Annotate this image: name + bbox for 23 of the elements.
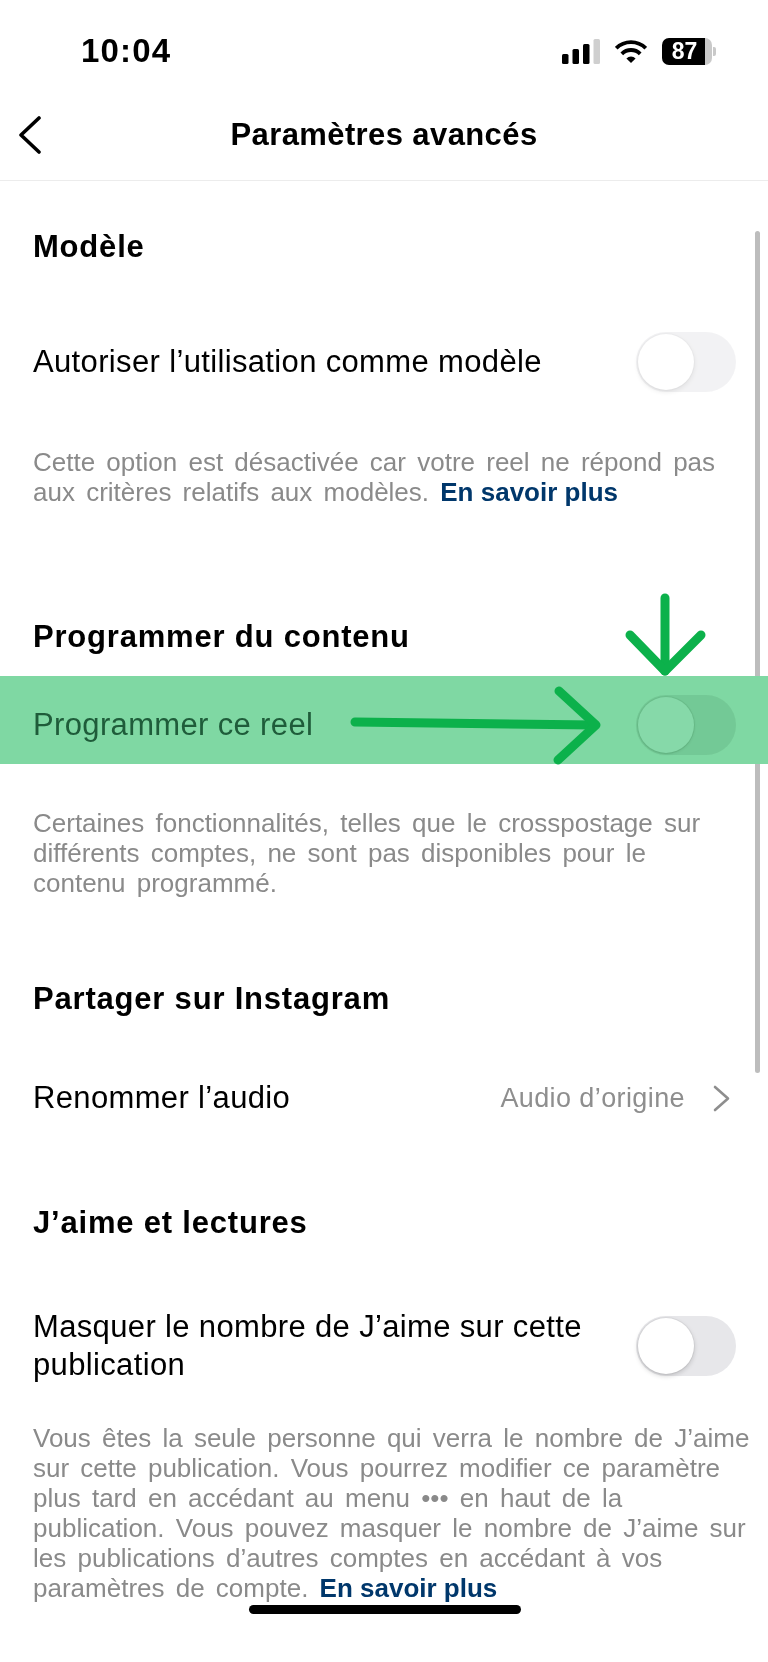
- section-heading: Programmer du contenu: [33, 618, 410, 656]
- section-heading: Modèle: [33, 228, 145, 266]
- section-heading: J’aime et lectures: [33, 1204, 308, 1242]
- setting-label: Masquer le nombre de J’aime sur cette publication: [33, 1308, 583, 1384]
- toggle-switch[interactable]: [636, 1316, 736, 1376]
- setting-label: Programmer ce reel: [33, 706, 315, 744]
- learn-more-link[interactable]: En savoir plus: [319, 1573, 498, 1603]
- battery-indicator: 87: [662, 37, 716, 65]
- setting-description: Vous êtes la seule personne qui verra le nombre de J’aime sur cette publication. Vous pourrez modifier ce paramètre plus tard en accédant au menu ••• en haut de la publication. Vous pouvez masquer le nombre de J’aime sur les publications d’autres comptes en accédant à vos paramètres de compte. En savoir plus: [33, 1423, 751, 1603]
- chevron-right-icon[interactable]: [713, 1084, 730, 1112]
- setting-description: Certaines fonctionnalités, telles que le crosspostage sur différents comptes, ne sont pas disponibles pour le contenu programmé.: [33, 808, 702, 898]
- setting-label: Autoriser l’utilisation comme modèle: [33, 343, 543, 381]
- setting-label: Renommer l’audio: [33, 1079, 292, 1117]
- wifi-icon: [615, 38, 647, 64]
- arrow-icon: [350, 686, 601, 765]
- screen-title: Paramètres avancés: [230, 116, 538, 154]
- signal-icon: [562, 38, 600, 64]
- setting-value: Audio d’origine: [500, 1082, 685, 1115]
- learn-more-link[interactable]: En savoir plus: [440, 477, 618, 507]
- setting-description: Cette option est désactivée car votre reel ne répond pas aux critères relatifs aux modèles. En savoir plus: [33, 447, 717, 507]
- section-heading: Partager sur Instagram: [33, 980, 390, 1018]
- back-icon[interactable]: [18, 116, 42, 154]
- status-time: 10:04: [81, 32, 172, 70]
